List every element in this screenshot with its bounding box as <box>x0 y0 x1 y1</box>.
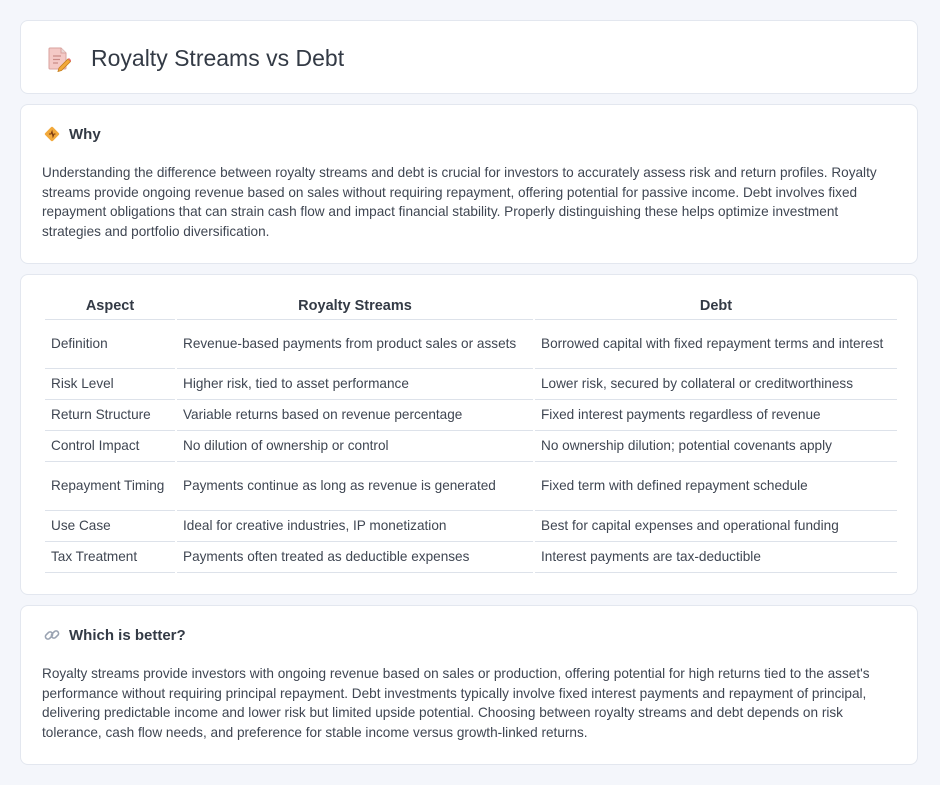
table-header-row: Aspect Royalty Streams Debt <box>45 293 897 320</box>
table-row: Definition Revenue-based payments from p… <box>45 320 897 369</box>
cell-debt: Best for capital expenses and operationa… <box>535 511 897 542</box>
cell-debt: Fixed interest payments regardless of re… <box>535 400 897 431</box>
cell-royalty: Payments often treated as deductible exp… <box>177 542 533 573</box>
cell-royalty: Payments continue as long as revenue is … <box>177 462 533 511</box>
cell-aspect: Tax Treatment <box>45 542 175 573</box>
header-royalty-streams: Royalty Streams <box>177 293 533 320</box>
cell-royalty: Ideal for creative industries, IP moneti… <box>177 511 533 542</box>
cell-royalty: Revenue-based payments from product sale… <box>177 320 533 369</box>
why-text: Understanding the difference between roy… <box>42 165 877 239</box>
comparison-card: Aspect Royalty Streams Debt Definition R… <box>20 274 918 595</box>
why-heading: Why <box>69 125 101 143</box>
cell-aspect: Risk Level <box>45 369 175 400</box>
cell-debt: Borrowed capital with fixed repayment te… <box>535 320 897 369</box>
cell-aspect: Repayment Timing <box>45 462 175 511</box>
better-text: Royalty streams provide investors with o… <box>42 666 870 740</box>
table-row: Tax Treatment Payments often treated as … <box>45 542 897 573</box>
cell-aspect: Control Impact <box>45 431 175 462</box>
table-row: Control Impact No dilution of ownership … <box>45 431 897 462</box>
better-section-head: Which is better? <box>43 626 186 644</box>
better-heading: Which is better? <box>69 626 186 644</box>
cell-debt: Lower risk, secured by collateral or cre… <box>535 369 897 400</box>
why-section-head: Why <box>43 125 101 143</box>
table-row: Repayment Timing Payments continue as lo… <box>45 462 897 511</box>
table-row: Return Structure Variable returns based … <box>45 400 897 431</box>
cell-aspect: Definition <box>45 320 175 369</box>
cell-royalty: Higher risk, tied to asset performance <box>177 369 533 400</box>
table-row: Use Case Ideal for creative industries, … <box>45 511 897 542</box>
link-icon <box>43 626 61 644</box>
cell-debt: Interest payments are tax-deductible <box>535 542 897 573</box>
cell-royalty: No dilution of ownership or control <box>177 431 533 462</box>
why-card: Why Understanding the difference between… <box>20 104 918 264</box>
which-is-better-card: Which is better? Royalty streams provide… <box>20 605 918 765</box>
header-debt: Debt <box>535 293 897 320</box>
title-row: Royalty Streams vs Debt <box>47 41 344 75</box>
cell-royalty: Variable returns based on revenue percen… <box>177 400 533 431</box>
table-row: Risk Level Higher risk, tied to asset pe… <box>45 369 897 400</box>
cell-debt: No ownership dilution; potential covenan… <box>535 431 897 462</box>
document-pencil-icon <box>47 44 72 73</box>
header-card: Royalty Streams vs Debt <box>20 20 918 94</box>
header-aspect: Aspect <box>45 293 175 320</box>
comparison-table: Aspect Royalty Streams Debt Definition R… <box>43 293 899 573</box>
diamond-signal-icon <box>43 125 61 143</box>
cell-debt: Fixed term with defined repayment schedu… <box>535 462 897 511</box>
cell-aspect: Use Case <box>45 511 175 542</box>
cell-aspect: Return Structure <box>45 400 175 431</box>
page-title: Royalty Streams vs Debt <box>91 45 345 71</box>
